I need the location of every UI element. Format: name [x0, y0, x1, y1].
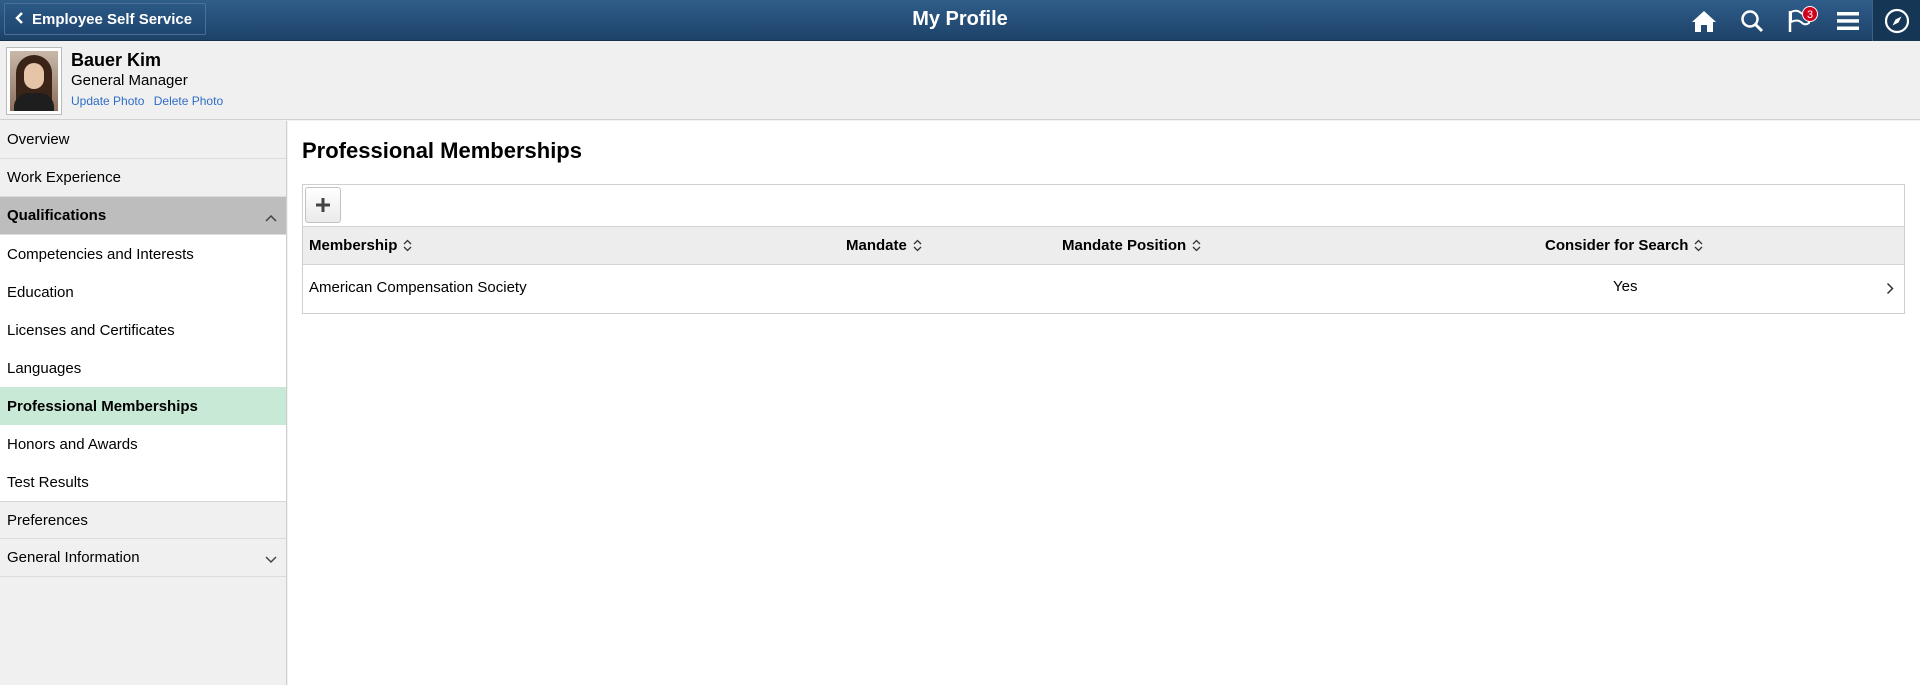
- sidebar-item-label: Overview: [7, 131, 70, 148]
- sidebar-item-label: Test Results: [7, 473, 89, 491]
- column-header-mandate-position[interactable]: Mandate Position: [1062, 237, 1201, 254]
- sort-icon: [1694, 239, 1703, 252]
- profile-photo: [6, 47, 62, 115]
- sidebar-item-label: Licenses and Certificates: [7, 321, 175, 339]
- table-row[interactable]: American Compensation Society Yes: [303, 265, 1904, 313]
- sidebar-group-qualifications[interactable]: Qualifications: [0, 197, 286, 235]
- navbar-compass-icon[interactable]: [1872, 0, 1920, 41]
- column-label: Mandate Position: [1062, 237, 1187, 254]
- sidebar-item-languages[interactable]: Languages: [0, 349, 286, 387]
- banner-actions: 3: [1680, 0, 1920, 41]
- sidebar-item-education[interactable]: Education: [0, 273, 286, 311]
- sidebar-item-general-information[interactable]: General Information: [0, 539, 286, 577]
- sidebar-item-label: Languages: [7, 359, 82, 377]
- section-title: Professional Memberships: [302, 138, 582, 163]
- cell-membership: American Compensation Society: [309, 279, 527, 296]
- sidebar-item-label: Honors and Awards: [7, 435, 138, 453]
- grid-toolbar: [303, 185, 1904, 227]
- sort-icon: [1192, 239, 1201, 252]
- chevron-down-icon: [265, 551, 277, 568]
- column-header-mandate[interactable]: Mandate: [846, 237, 922, 254]
- sidebar-item-label: Qualifications: [7, 207, 107, 224]
- profile-name: Bauer Kim: [71, 50, 162, 70]
- search-icon[interactable]: [1728, 0, 1776, 41]
- delete-photo-link[interactable]: Delete Photo: [154, 94, 223, 108]
- sort-icon: [403, 239, 412, 252]
- cell-consider-for-search: Yes: [1613, 278, 1638, 295]
- chevron-left-icon: [15, 11, 24, 28]
- sidebar-item-honors[interactable]: Honors and Awards: [0, 425, 286, 463]
- sidebar-item-label: Preferences: [7, 511, 88, 529]
- grid-header: Membership Mandate Mandate Position Cons…: [303, 227, 1904, 265]
- sort-icon: [913, 239, 922, 252]
- chevron-right-icon: [1886, 282, 1894, 299]
- sidebar-item-label: General Information: [7, 549, 140, 566]
- sidebar-item-label: Professional Memberships: [7, 397, 198, 415]
- update-photo-link[interactable]: Update Photo: [71, 94, 144, 108]
- page-title: My Profile: [912, 8, 1008, 30]
- chevron-up-icon: [265, 209, 277, 226]
- notification-badge: 3: [1802, 6, 1818, 22]
- photo-links: Update Photo Delete Photo: [71, 94, 229, 108]
- sidebar: Overview Work Experience Qualifications …: [0, 121, 287, 685]
- column-label: Consider for Search: [1545, 237, 1689, 254]
- sidebar-item-preferences[interactable]: Preferences: [0, 501, 286, 539]
- plus-icon: [316, 198, 330, 212]
- profile-job-title: General Manager: [71, 72, 188, 89]
- sidebar-item-label: Education: [7, 283, 74, 301]
- sidebar-item-overview[interactable]: Overview: [0, 121, 286, 159]
- sidebar-item-label: Competencies and Interests: [7, 245, 194, 263]
- sidebar-item-work-experience[interactable]: Work Experience: [0, 159, 286, 197]
- profile-header: Bauer Kim General Manager Update Photo D…: [0, 41, 1920, 120]
- back-button[interactable]: Employee Self Service: [4, 3, 206, 35]
- top-banner: Employee Self Service My Profile 3: [0, 0, 1920, 41]
- back-button-label: Employee Self Service: [32, 10, 193, 28]
- sidebar-item-test-results[interactable]: Test Results: [0, 463, 286, 501]
- column-label: Mandate: [846, 237, 907, 254]
- memberships-grid: Membership Mandate Mandate Position Cons…: [302, 184, 1905, 314]
- add-button[interactable]: [305, 187, 341, 223]
- sidebar-item-competencies[interactable]: Competencies and Interests: [0, 235, 286, 273]
- sidebar-item-licenses[interactable]: Licenses and Certificates: [0, 311, 286, 349]
- home-icon[interactable]: [1680, 0, 1728, 41]
- sidebar-item-professional-memberships[interactable]: Professional Memberships: [0, 387, 286, 425]
- column-header-membership[interactable]: Membership: [309, 237, 412, 254]
- column-label: Membership: [309, 237, 398, 254]
- column-header-consider-for-search[interactable]: Consider for Search: [1545, 237, 1703, 254]
- notification-flag-icon[interactable]: 3: [1776, 0, 1824, 41]
- main-content: Professional Memberships Membership Mand…: [288, 121, 1920, 685]
- sidebar-item-label: Work Experience: [7, 169, 121, 186]
- menu-icon[interactable]: [1824, 0, 1872, 41]
